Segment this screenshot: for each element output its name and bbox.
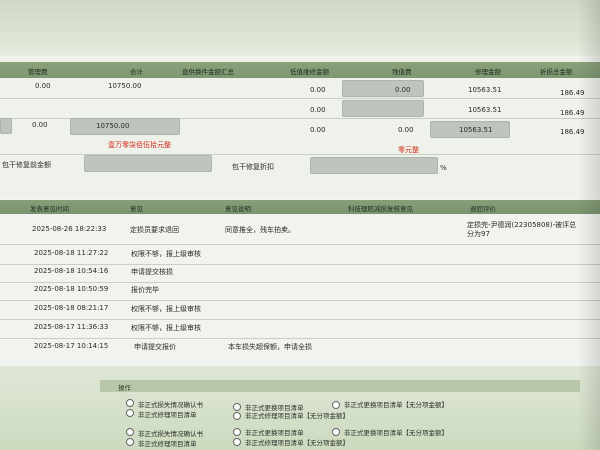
operations-title: 操作 (118, 384, 131, 392)
screen-edge-shadow (578, 0, 600, 450)
operations-header: 操作 (100, 380, 580, 392)
history-row: 2025-08-18 08:21:17 权限不够，报上级审核 (0, 299, 600, 319)
radio-button[interactable] (126, 409, 134, 417)
radio-button[interactable] (233, 412, 241, 420)
history-opinion: 定损员要求退回 (130, 226, 179, 234)
row3-residual: 0.00 (398, 126, 414, 134)
opinion-history-header: 发表意见时间 意见 意见说明 科技理赔减损复核意见 退回评价 (0, 200, 600, 214)
history-row: 2025-08-18 10:54:16 申请提交核损 (0, 262, 600, 282)
row3-mat-repair: 0.00 (310, 126, 326, 134)
fee-table-header: 管理费 合计 直供换件金额汇总 低值维修金额 残值费 修理金额 折损总金额 (0, 62, 600, 78)
history-opinion: 权限不够，报上级审核 (131, 305, 201, 313)
header-time: 发表意见时间 (30, 205, 69, 213)
row3-left-field[interactable] (0, 118, 12, 134)
radio-button[interactable] (126, 438, 134, 446)
pre-repair-label: 包干修复前金额 (2, 161, 51, 169)
radio-button[interactable] (233, 438, 241, 446)
history-feedback: 定损完-尹德润(22305808)-被评总分为97 (467, 221, 577, 238)
header-feedback: 退回评价 (470, 205, 496, 213)
history-remark: 同意推全，残车拍卖。 (225, 226, 295, 234)
option-label: 非正式修理项目清单【无分项金额】 (245, 412, 349, 420)
header-discount-total: 折损总金额 (540, 68, 573, 76)
header-mat-repair-total: 低值维修金额 (290, 68, 329, 76)
residual-field-1[interactable] (342, 80, 424, 97)
option-label: 非正式修理项目清单 (138, 440, 197, 448)
history-row: 2025-08-18 11:27:22 权限不够，报上级审核 (0, 244, 600, 264)
row2-mat-repair: 0.00 (310, 106, 326, 114)
row1-residual: 0.00 (395, 86, 411, 94)
history-row: 2025-08-26 18:22:33 定损员要求退回 同意推全，残车拍卖。 定… (0, 220, 600, 244)
history-row: 2025-08-17 11:36:33 权限不够，报上级审核 (0, 318, 600, 338)
repair-discount-field[interactable] (310, 157, 438, 174)
percent-sign: % (440, 164, 447, 172)
history-opinion: 申请提交核损 (131, 268, 173, 276)
history-opinion: 权限不够，报上级审核 (131, 250, 201, 258)
residual-field-2[interactable] (342, 100, 424, 117)
history-time: 2025-08-17 10:14:15 (34, 342, 109, 350)
option-label: 非正式更换项目清单【无分项金额】 (344, 401, 448, 409)
option-label: 非正式修理项目清单【无分项金额】 (245, 439, 349, 447)
history-time: 2025-08-17 11:36:33 (34, 323, 109, 331)
history-opinion: 权限不够，报上级审核 (131, 324, 201, 332)
row3-total: 10750.00 (96, 122, 130, 130)
option-label: 非正式损失情况确认书 (138, 430, 203, 438)
history-time: 2025-08-18 10:50:59 (34, 285, 109, 293)
history-time: 2025-08-18 10:54:16 (34, 267, 109, 275)
top-margin (0, 0, 600, 56)
header-opinion: 意见 (130, 205, 143, 213)
header-review: 科技理赔减损复核意见 (348, 205, 413, 213)
header-mgmt-fee: 管理费 (28, 68, 48, 76)
row3-repair-amount: 10563.51 (459, 126, 493, 134)
row1-total: 10750.00 (108, 82, 142, 90)
row1-mat-repair: 0.00 (310, 86, 326, 94)
history-row: 2025-08-18 10:50:59 报价完毕 (0, 280, 600, 300)
row1-mgmt-fee: 0.00 (35, 82, 51, 90)
radio-button[interactable] (233, 428, 241, 436)
history-time: 2025-08-18 11:27:22 (34, 249, 109, 257)
history-row: 2025-08-17 10:14:15 申请提交报价 本车损失超保额，申请全损 (0, 337, 600, 357)
total-in-words: 壹万零柒佰伍拾元整 (108, 141, 171, 149)
repair-discount-label: 包干修复折扣 (232, 163, 274, 171)
history-remark: 本车损失超保额，申请全损 (228, 343, 312, 351)
radio-button[interactable] (126, 399, 134, 407)
header-residual: 残值费 (392, 68, 412, 76)
radio-button[interactable] (126, 428, 134, 436)
radio-button[interactable] (332, 401, 340, 409)
option-label: 非正式损失情况确认书 (138, 401, 203, 409)
row3-mgmt-fee: 0.00 (32, 121, 48, 129)
header-dmg-item-total: 直供换件金额汇总 (182, 68, 234, 76)
history-time: 2025-08-18 08:21:17 (34, 304, 109, 312)
radio-button[interactable] (233, 403, 241, 411)
history-opinion: 报价完毕 (131, 286, 159, 294)
option-label: 非正式更换项目清单 (245, 429, 304, 437)
divider (0, 98, 600, 99)
radio-button[interactable] (332, 428, 340, 436)
header-total: 合计 (130, 68, 143, 76)
header-remark: 意见说明 (225, 205, 251, 213)
option-label: 非正式更换项目清单【无分项金额】 (344, 429, 448, 437)
row2-repair-amount: 10563.51 (468, 106, 502, 114)
header-repair-amount: 修理金额 (475, 68, 501, 76)
history-time: 2025-08-26 18:22:33 (32, 225, 107, 233)
row1-repair-amount: 10563.51 (468, 86, 502, 94)
history-opinion: 申请提交报价 (134, 343, 176, 351)
pre-repair-field[interactable] (84, 155, 212, 172)
option-label: 非正式修理项目清单 (138, 411, 197, 419)
